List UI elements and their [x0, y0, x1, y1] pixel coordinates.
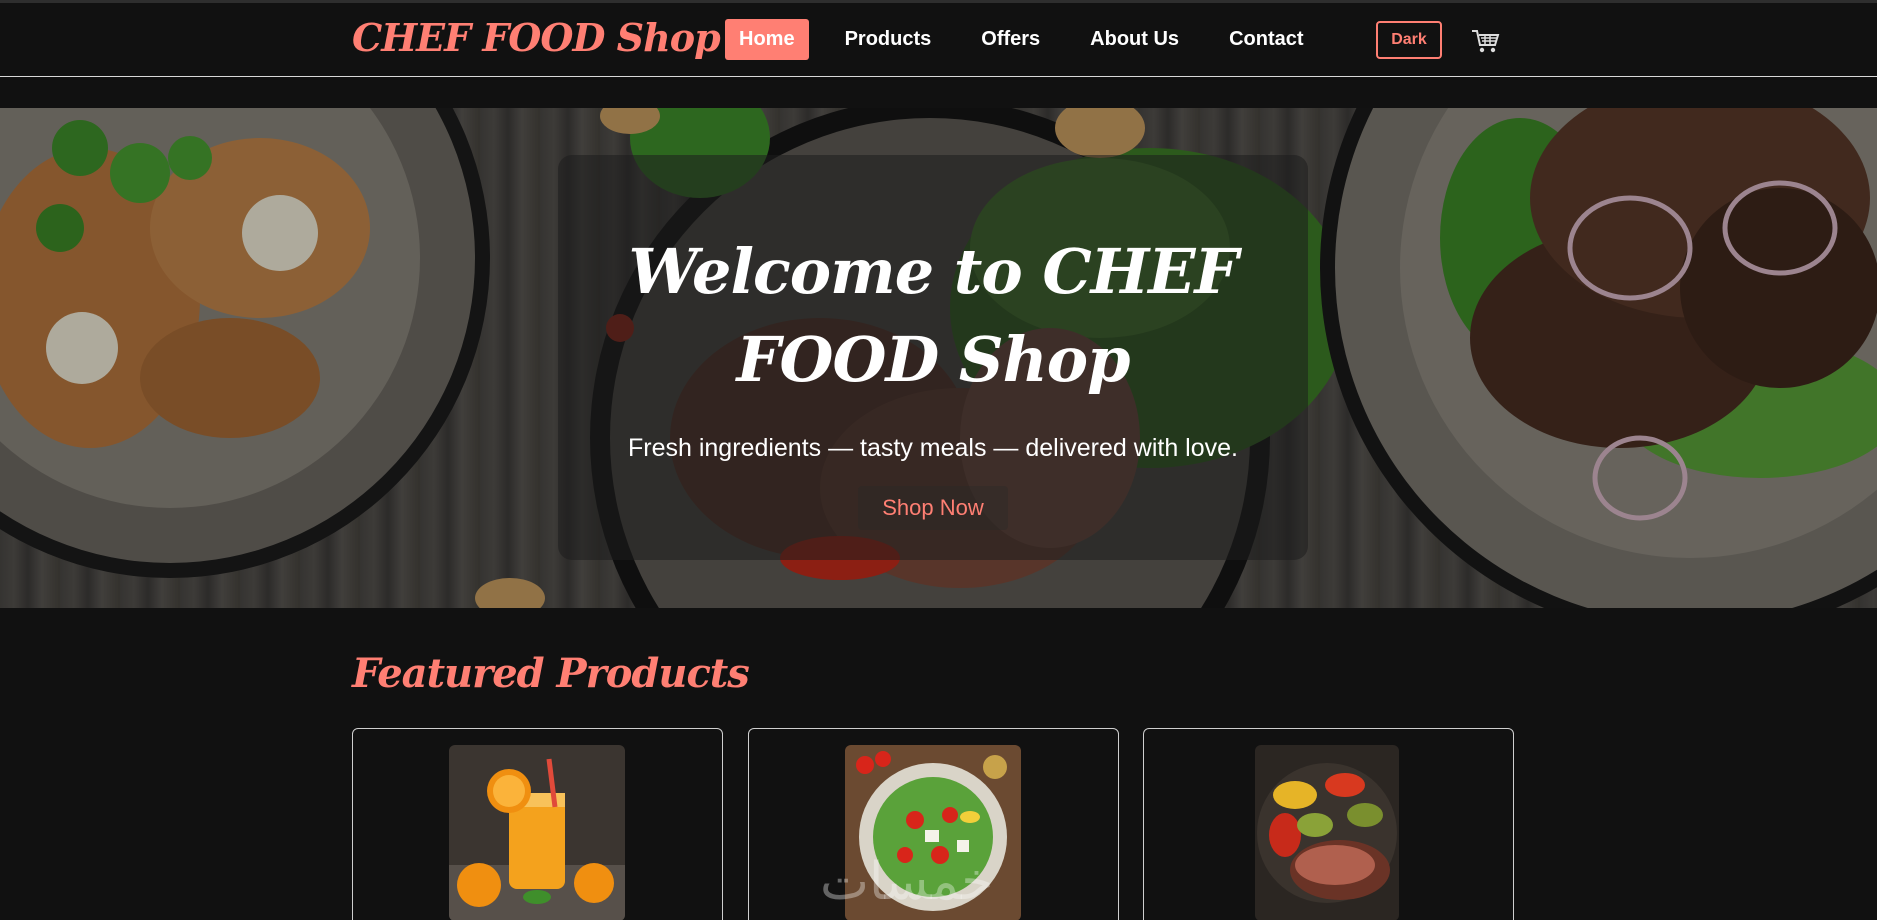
- nav-item-home[interactable]: Home: [725, 19, 809, 60]
- orange-juice-image[interactable]: [449, 745, 625, 920]
- product-card[interactable]: [352, 728, 723, 920]
- watermark-logo: خمسات: [820, 852, 994, 912]
- theme-toggle-button[interactable]: Dark: [1376, 21, 1442, 59]
- nav-item-contact[interactable]: Contact: [1215, 19, 1317, 60]
- main-nav: Home Products Offers About Us Contact: [725, 19, 1340, 60]
- shop-now-button[interactable]: Shop Now: [858, 486, 1008, 530]
- brand-logo[interactable]: CHEF FOOD Shop: [352, 15, 721, 60]
- cart-icon[interactable]: [1470, 27, 1500, 55]
- nav-item-products[interactable]: Products: [831, 19, 946, 60]
- hero-title: Welcome to CHEF FOOD Shop: [628, 235, 1238, 396]
- navbar: CHEF FOOD Shop Home Products Offers Abou…: [0, 3, 1877, 77]
- hero-banner: Welcome to CHEF FOOD Shop Fresh ingredie…: [0, 108, 1877, 608]
- featured-products-title: Featured Products: [352, 650, 750, 697]
- nav-item-about-us[interactable]: About Us: [1076, 19, 1193, 60]
- hero-subtitle: Fresh ingredients — tasty meals — delive…: [628, 434, 1238, 462]
- nav-item-offers[interactable]: Offers: [967, 19, 1054, 60]
- product-card[interactable]: [1143, 728, 1514, 920]
- grilled-steak-image[interactable]: [1255, 745, 1399, 920]
